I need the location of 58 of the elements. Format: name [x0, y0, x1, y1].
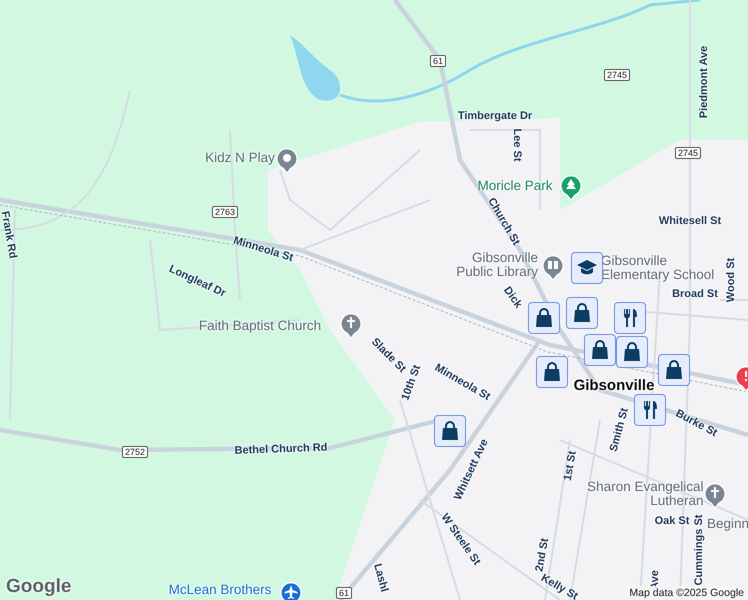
- shop-marker[interactable]: [584, 334, 616, 366]
- shop-marker[interactable]: [528, 302, 560, 334]
- shopping-bag-icon: [591, 340, 609, 360]
- place-label: Kidz N Play: [205, 150, 275, 166]
- place-label: Gibsonville Elementary School: [601, 254, 716, 282]
- shopping-bag-icon: [543, 362, 561, 382]
- route-shield: 2752: [122, 446, 148, 458]
- street-label: Cummings St: [694, 514, 706, 586]
- fork-knife-icon: [641, 400, 659, 420]
- church-pin-icon[interactable]: [704, 482, 726, 509]
- street-label: Timbergate Dr: [458, 111, 532, 123]
- route-shield: 2763: [212, 206, 238, 218]
- shop-marker[interactable]: [616, 336, 648, 368]
- place-label: Sharon Evangelical Lutheran: [586, 480, 704, 508]
- street-label: Oak St: [654, 516, 690, 528]
- shop-marker[interactable]: [434, 415, 466, 447]
- airport-pin-icon[interactable]: [280, 581, 302, 600]
- town-label: Gibsonville: [574, 378, 654, 394]
- place-label: Gibsonville Public Library: [455, 250, 538, 280]
- school-marker[interactable]: [571, 252, 603, 284]
- route-shield: 2745: [604, 69, 630, 81]
- library-pin-icon[interactable]: [542, 254, 564, 281]
- place-label: Beginn: [706, 516, 748, 532]
- place-label: Moricle Park: [478, 178, 552, 194]
- shopping-bag-icon: [623, 342, 641, 362]
- shopping-bag-icon: [573, 303, 591, 323]
- route-shield: 61: [430, 55, 446, 67]
- street-label: 2nd St: [534, 537, 552, 573]
- street-label: Broad St: [672, 289, 718, 301]
- graduation-cap-icon: [576, 259, 598, 277]
- park-pin-icon[interactable]: [560, 174, 582, 201]
- food-marker[interactable]: [634, 394, 666, 426]
- shop-marker[interactable]: [536, 356, 568, 388]
- shop-marker[interactable]: [658, 354, 690, 386]
- street-label: Lashl: [370, 562, 390, 594]
- pond-drawing: [290, 35, 340, 101]
- route-shield: 61: [336, 587, 352, 599]
- food-marker[interactable]: [614, 302, 646, 334]
- street-label: Piedmont Ave: [699, 46, 711, 118]
- street-label: Wood St: [726, 258, 738, 302]
- street-label: 1st St: [562, 450, 580, 482]
- shop-marker[interactable]: [566, 297, 598, 329]
- church-pin-icon[interactable]: [340, 312, 362, 339]
- shopping-bag-icon: [441, 421, 459, 441]
- fork-knife-icon: [621, 308, 639, 328]
- place-label: Faith Baptist Church: [198, 318, 322, 334]
- place-label: McLean Brothers: [168, 582, 272, 598]
- street-label: Ave: [650, 570, 662, 590]
- map-logo: Google: [6, 576, 72, 598]
- street-label: Lee St: [510, 128, 522, 162]
- place-pin-icon[interactable]: [276, 147, 298, 174]
- street-label: Whitesell St: [658, 216, 722, 228]
- street-label: Bethel Church Rd: [234, 442, 328, 458]
- shopping-bag-icon: [665, 360, 683, 380]
- street-label: Smith St: [608, 406, 632, 454]
- street-label: Frank Rd: [0, 210, 18, 260]
- shopping-bag-icon: [535, 308, 553, 328]
- route-shield: 2745: [674, 147, 702, 159]
